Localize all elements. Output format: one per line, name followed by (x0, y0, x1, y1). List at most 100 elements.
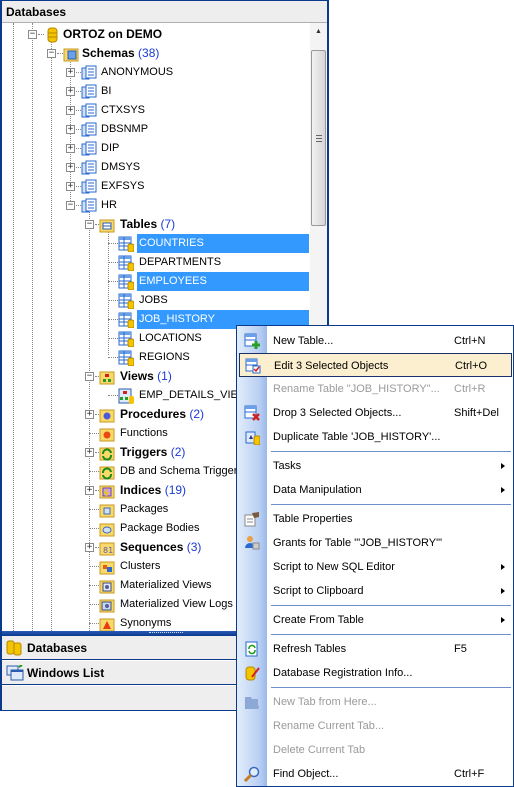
scroll-up-icon[interactable]: ▲ (310, 23, 327, 40)
tree-node-table[interactable]: JOBS (2, 291, 310, 310)
menu-item-label: Refresh Tables (273, 643, 347, 655)
menu-item-find-object[interactable]: Find Object... Ctrl+F (239, 762, 512, 786)
refresh-icon (244, 641, 260, 657)
menu-item-label: New Tab from Here... (273, 696, 377, 708)
schema-icon (81, 141, 97, 157)
menu-item-label: New Table... (273, 335, 334, 347)
menu-item-shortcut: Ctrl+F (454, 768, 485, 780)
menu-item-table-properties[interactable]: Table Properties (239, 507, 512, 531)
svg-text:81: 81 (103, 546, 113, 555)
menu-item-shortcut: Ctrl+O (455, 360, 488, 372)
menu-item-shortcut: Ctrl+R (454, 383, 486, 395)
tree-node-schema[interactable]: − HR (2, 196, 310, 215)
tree-node-label: Materialized View Logs (120, 598, 233, 610)
menu-item-refresh-tables[interactable]: Refresh Tables F5 (239, 637, 512, 661)
menu-item-script-to-clipboard[interactable]: Script to Clipboard (239, 579, 512, 603)
menu-separator (271, 634, 511, 635)
tree-node-label: DIP (101, 142, 120, 154)
expand-icon[interactable]: + (66, 68, 75, 77)
tree-node-table[interactable]: EMPLOYEES (2, 272, 310, 291)
expand-icon[interactable]: + (66, 144, 75, 153)
collapse-icon[interactable]: − (47, 49, 56, 58)
menu-item-duplicate-table-job-history[interactable]: Duplicate Table 'JOB_HISTORY'... (239, 425, 512, 449)
tree-node-schema[interactable]: + DMSYS (2, 158, 310, 177)
scrollbar-thumb[interactable] (311, 50, 326, 226)
menu-item-label: Grants for Table '"JOB_HISTORY"' (273, 537, 443, 549)
expand-icon[interactable]: + (66, 163, 75, 172)
context-menu: New Table... Ctrl+N Edit 3 Selected Object… (236, 325, 514, 787)
menu-item-new-table[interactable]: New Table... Ctrl+N (239, 329, 512, 353)
menu-item-label: Delete Current Tab (273, 744, 366, 756)
menu-item-edit-3-selected-objects[interactable]: Edit 3 Selected Objects Ctrl+O (239, 353, 512, 377)
splitter-grip-icon (149, 632, 183, 635)
menu-item-script-to-new-sql-editor[interactable]: Script to New SQL Editor (239, 555, 512, 579)
new-tab-icon (244, 694, 260, 710)
tree-node-label: JOBS (139, 294, 168, 306)
functions-folder-icon (99, 426, 115, 442)
tree-node-label: EMPLOYEES (137, 272, 309, 291)
menu-item-label: Find Object... (273, 768, 339, 780)
expand-icon[interactable]: + (85, 543, 94, 552)
expand-icon[interactable]: + (66, 182, 75, 191)
grip-icon (316, 135, 322, 142)
tree-node-label: DB and Schema Triggers (120, 465, 243, 477)
collapse-icon[interactable]: − (85, 372, 94, 381)
tree-node-label: Views (120, 369, 154, 383)
tree-node-tables[interactable]: − Tables (7) (2, 215, 310, 234)
db-registration-icon (244, 665, 260, 681)
tree-node-table[interactable]: DEPARTMENTS (2, 253, 310, 272)
tree-node-label: Tables (120, 217, 158, 231)
menu-item-grants-for-table-job-history[interactable]: Grants for Table '"JOB_HISTORY"' (239, 531, 512, 555)
menu-item-drop-3-selected-objects[interactable]: Drop 3 Selected Objects... Shift+Del (239, 401, 512, 425)
expand-icon[interactable]: + (66, 106, 75, 115)
tree-node-label: Triggers (120, 445, 168, 459)
menu-item-data-manipulation[interactable]: Data Manipulation (239, 478, 512, 502)
menu-item-label: Rename Table "JOB_HISTORY"... (273, 383, 440, 395)
submenu-arrow-icon (501, 617, 505, 623)
tree-node-root[interactable]: − ORTOZ on DEMO (2, 25, 310, 44)
menu-item-rename-table-job-history: Rename Table "JOB_HISTORY"... Ctrl+R (239, 377, 512, 401)
tree-node-label: Schemas (82, 46, 135, 60)
expand-icon[interactable]: + (66, 87, 75, 96)
tree-node-schema[interactable]: + DIP (2, 139, 310, 158)
schema-icon (81, 122, 97, 138)
view-icon (118, 388, 134, 404)
menu-separator (271, 504, 511, 505)
menu-item-label: Database Registration Info... (273, 667, 413, 679)
tree-node-schema[interactable]: + EXFSYS (2, 177, 310, 196)
menu-item-create-from-table[interactable]: Create From Table (239, 608, 512, 632)
menu-item-rename-current-tab: Rename Current Tab... (239, 714, 512, 738)
menu-item-delete-current-tab: Delete Current Tab (239, 738, 512, 762)
materialized-views-folder-icon (99, 578, 115, 594)
count-badge: (2) (170, 445, 186, 459)
tree-node-table[interactable]: COUNTRIES (2, 234, 310, 253)
menu-item-shortcut: Shift+Del (454, 407, 499, 419)
tree-node-label: BI (101, 85, 112, 97)
expand-icon[interactable]: + (85, 410, 94, 419)
tree-node-label: Sequences (120, 540, 184, 554)
table-icon (118, 236, 135, 253)
table-icon (118, 312, 135, 329)
expand-icon[interactable]: + (66, 125, 75, 134)
tree-node-schema[interactable]: + CTXSYS (2, 101, 310, 120)
table-icon (118, 293, 135, 310)
menu-item-label: Drop 3 Selected Objects... (273, 407, 402, 419)
menu-item-label: Script to Clipboard (273, 585, 364, 597)
menu-item-database-registration-info[interactable]: Database Registration Info... (239, 661, 512, 685)
collapse-icon[interactable]: − (28, 30, 37, 39)
menu-item-tasks[interactable]: Tasks (239, 454, 512, 478)
collapse-icon[interactable]: − (85, 220, 94, 229)
menu-item-label: Create From Table (273, 614, 364, 626)
grants-icon (244, 535, 260, 551)
collapse-icon[interactable]: − (66, 201, 75, 210)
expand-icon[interactable]: + (85, 448, 94, 457)
find-icon (243, 766, 260, 783)
tree-node-schema[interactable]: + ANONYMOUS (2, 63, 310, 82)
tree-node-schemas[interactable]: − Schemas (38) (2, 44, 310, 63)
expand-icon[interactable]: + (85, 486, 94, 495)
schema-icon (81, 84, 97, 100)
nav-databases-label: Databases (27, 641, 88, 655)
tree-node-schema[interactable]: + BI (2, 82, 310, 101)
tree-node-schema[interactable]: + DBSNMP (2, 120, 310, 139)
table-icon (118, 274, 135, 291)
